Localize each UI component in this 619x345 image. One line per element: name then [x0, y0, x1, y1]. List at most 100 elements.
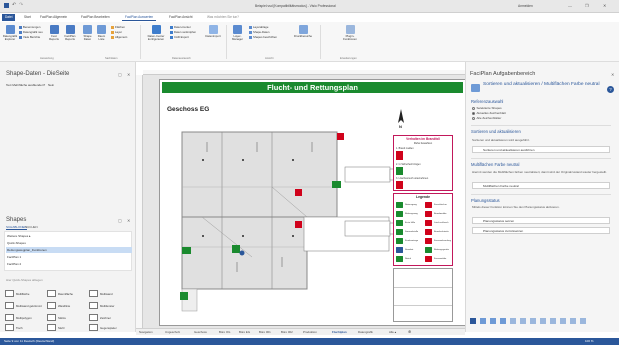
section-planungsstatus: Planungsstatus [471, 198, 500, 203]
shape-zeichner[interactable]: Zeichner [89, 314, 111, 321]
tab-faciplan-bearbeiten[interactable]: FaciPlan Bearbeiten [78, 14, 113, 21]
radio-alle-zeichenblaetter[interactable]: Alle Zeichenblätter [472, 116, 501, 120]
tab-faciplan-allgemein[interactable]: FaciPlan Allgemein [37, 14, 70, 21]
toolbar-tool-icon[interactable] [580, 318, 586, 324]
toolbar-tool-icon[interactable] [490, 318, 496, 324]
layer-button[interactable]: Layer [111, 30, 122, 34]
page-tab[interactable]: Büro OG [219, 330, 230, 334]
page-tab[interactable]: Navigation [139, 330, 153, 334]
layerablage-button[interactable]: Layerablage [249, 25, 268, 29]
minimize-button[interactable]: — [568, 3, 572, 8]
daten-verknuepfen-button[interactable]: Daten verknüpfen [170, 30, 196, 34]
shape-stuetze[interactable]: Stütze [47, 314, 66, 321]
task-pane-close-icon[interactable]: ✕ [611, 72, 614, 77]
stencil-item[interactable]: FaciPlan 1 [7, 255, 21, 259]
shape-raumflaeche[interactable]: Raumfläche [47, 290, 73, 297]
shape-thumbnail [47, 324, 56, 331]
tab-schablonen[interactable]: SCHABLONEN [6, 225, 27, 230]
shape-daten-button[interactable]: Shape Daten [81, 25, 94, 41]
daten-center-konfigurieren-button[interactable]: Daten-Center konfigurieren [144, 25, 168, 41]
toolbar-tool-icon[interactable] [480, 318, 486, 324]
benennungen-button[interactable]: Benennungen [19, 25, 40, 29]
pane-close-icon[interactable]: ✕ [127, 72, 130, 77]
restore-button[interactable]: ❐ [585, 3, 589, 8]
page-tab[interactable]: Geschoss [194, 330, 207, 334]
toolbar-tool-icon[interactable] [570, 318, 576, 324]
page-tab[interactable]: Ungeschoß [165, 330, 180, 334]
page-tab[interactable]: Büro EG [239, 330, 250, 334]
shape-daten-small-button[interactable]: Shape-Daten [249, 30, 269, 34]
shape-data-row-value[interactable]: Nein [48, 83, 54, 87]
fest-reports-button[interactable]: Fest Reports [47, 25, 61, 41]
planungsstatus-setzen-button[interactable]: Planungsstatus setzen [472, 217, 610, 224]
toolbar-tool-icon[interactable] [520, 318, 526, 324]
toolbar-tool-icon[interactable] [560, 318, 566, 324]
add-page-icon[interactable]: ⊕ [408, 329, 411, 334]
datengrafik-neu-small-button[interactable]: Datengrafik neu [19, 30, 43, 34]
shapes-menu-icon[interactable]: ▢ [118, 218, 122, 223]
shape-stuhl[interactable]: Stuhl [47, 324, 64, 331]
allgemein-button[interactable]: Allgemein [111, 35, 127, 39]
multiflaechen-farbe-neutral-button[interactable]: Multiflächen Farbe neutral [472, 182, 610, 189]
drawing-page[interactable]: Flucht- und Rettungsplan Geschoss EG N V… [159, 79, 466, 326]
shapes-beschriften-button[interactable]: Shapes beschriften [249, 35, 277, 39]
redo-icon[interactable]: ↷ [19, 2, 23, 8]
page-tab-active[interactable]: Fluchtplan [332, 330, 347, 334]
stencil-item[interactable]: Quick-Shapes [7, 241, 26, 245]
tell-me-search[interactable]: Was möchten Sie tun? [204, 14, 242, 21]
shapes-close-icon[interactable]: ✕ [127, 218, 130, 223]
shape-tisch[interactable]: Tisch [5, 324, 23, 331]
all-pages-button[interactable]: Alle ▴ [389, 330, 396, 334]
shape-multiwand[interactable]: Multiwand [89, 290, 113, 297]
tab-start[interactable]: Start [21, 14, 34, 21]
page-tab[interactable]: Produktion [303, 330, 317, 334]
plugin-funktionen-button[interactable]: Plugin-Funktionen [340, 25, 360, 41]
stencil-item[interactable]: Weitere Shapes ▸ [7, 234, 31, 238]
shape-wandlinie[interactable]: Wandlinie [47, 302, 70, 309]
close-button[interactable]: ✕ [603, 3, 606, 8]
faciplan-reports-button[interactable]: FaciPlan Reports [62, 25, 78, 41]
toolbar-tool-icon[interactable] [530, 318, 536, 324]
datenimport-button[interactable]: Datenimport [203, 25, 223, 38]
datengrafik-explorer-button[interactable]: Datengrafik Explorer [3, 25, 17, 41]
raum-liste-button[interactable]: Raum Liste [95, 25, 108, 41]
undo-icon[interactable]: ↶ [12, 2, 16, 8]
toolbar-tool-icon[interactable] [510, 318, 516, 324]
daten-center-button[interactable]: Daten-Center [170, 25, 191, 29]
pane-menu-icon[interactable]: ▢ [118, 72, 122, 77]
layer-manager-button[interactable]: Layer-Manager [229, 25, 246, 41]
save-icon[interactable] [4, 3, 9, 8]
flaechen-button[interactable]: Flächen [111, 25, 125, 29]
toolbar-tool-icon[interactable] [500, 318, 506, 324]
section-referenzauswahl: Referenzauswahl [471, 99, 504, 104]
stencil-item-selected[interactable]: Rettungswegplan_Funktionen [6, 247, 132, 253]
viele-berichte-button[interactable]: Viele Berichte [19, 35, 40, 39]
planungsstatus-zuruecksetzen-button[interactable]: Planungsstatus zurücksetzen [472, 227, 610, 234]
zoom-level[interactable]: 100 % [585, 339, 594, 343]
tab-suchen[interactable]: SUCHEN [25, 225, 38, 229]
toolbar-tool-icon[interactable] [550, 318, 556, 324]
sortieren-ausfuehren-button[interactable]: Sortieren und aktualisieren ausführen [472, 146, 610, 153]
page-tab[interactable]: Büro 002 [281, 330, 293, 334]
cad-export-button[interactable]: CAD Export [170, 35, 189, 39]
page-tab[interactable]: Datengrafik [358, 330, 373, 334]
help-icon[interactable]: ? [607, 86, 614, 93]
shape-multipolygon[interactable]: Multipolygon [5, 314, 32, 321]
tab-faciplan-auswerten[interactable]: FaciPlan Auswerten [122, 14, 157, 21]
toolbar-tool-icon[interactable] [470, 318, 476, 324]
shape-multifenster[interactable]: Multifenster [89, 302, 114, 309]
group-label-auswertung: Auswertung [40, 57, 54, 60]
tab-faciplan-ansicht[interactable]: FaciPlan Ansicht [166, 14, 196, 21]
page-tab[interactable]: Büro 001 [259, 330, 271, 334]
radio-aktuelles-zeichenblatt[interactable]: Aktuelles Zeichenblatt [472, 111, 506, 115]
toolbar-tool-icon[interactable] [540, 318, 546, 324]
shape-gegenspieler[interactable]: Gegenspieler [89, 324, 117, 331]
exit-person-icon [396, 167, 403, 175]
sign-in-link[interactable]: Anmelden [518, 4, 533, 8]
radio-selektierte-shapes[interactable]: Selektierte Shapes [472, 106, 502, 110]
shape-multiwand-gekruemmt[interactable]: Multiwand gekrümmt [5, 302, 42, 309]
shape-multiflaeche[interactable]: Multifläche [5, 290, 29, 297]
druckbereiche-button[interactable]: Druckbereiche [293, 25, 313, 38]
tab-datei[interactable]: Datei [2, 14, 16, 21]
stencil-item[interactable]: FaciPlan 2 [7, 262, 21, 266]
